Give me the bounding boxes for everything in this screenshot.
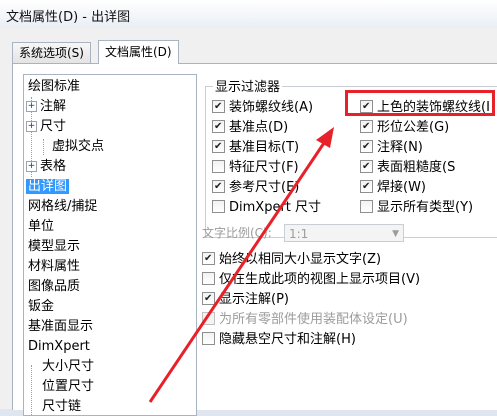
tab-document-properties[interactable]: 文档属性(D) (98, 40, 179, 64)
annotation-arrow (148, 127, 334, 403)
